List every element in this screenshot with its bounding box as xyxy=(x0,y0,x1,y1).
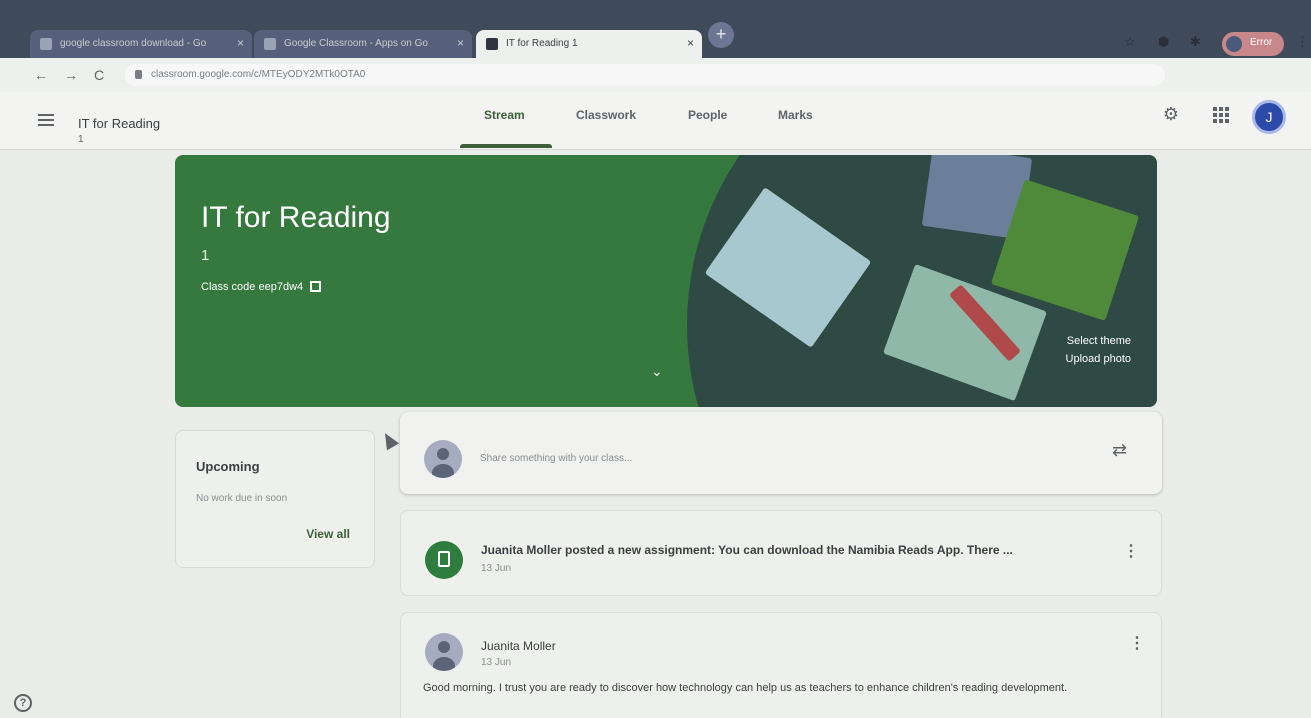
user-avatar-icon xyxy=(425,633,463,671)
assignment-icon xyxy=(425,541,463,579)
post-menu-icon[interactable]: ⋮ xyxy=(1129,633,1145,653)
upcoming-empty-text: No work due in soon xyxy=(196,493,288,504)
classroom-header: IT for Reading 1 Stream Classwork People… xyxy=(0,92,1311,150)
browser-tab-label: Google Classroom - Apps on Go xyxy=(284,38,428,49)
reload-icon[interactable]: C xyxy=(94,67,104,83)
forward-icon[interactable]: → xyxy=(64,67,78,83)
close-tab-icon[interactable]: × xyxy=(687,36,694,50)
tab-classwork[interactable]: Classwork xyxy=(576,108,636,122)
url-text: classroom.google.com/c/MTEyODY2MTk0OTA0 xyxy=(151,69,366,80)
assignment-post[interactable]: Juanita Moller posted a new assignment: … xyxy=(400,510,1162,596)
tab-stream[interactable]: Stream xyxy=(484,108,525,122)
post-date: 13 Jun xyxy=(481,563,512,574)
class-code: Class code eep7dw4 xyxy=(201,281,322,293)
active-tab-indicator xyxy=(460,144,552,148)
google-favicon-icon xyxy=(264,38,276,50)
profile-error-button[interactable]: Error xyxy=(1222,32,1284,56)
browser-menu-icon[interactable]: ⋮ xyxy=(1296,34,1309,50)
browser-tab-3[interactable]: IT for Reading 1 × xyxy=(476,30,702,58)
extension-icon[interactable]: ⬢ xyxy=(1158,34,1169,50)
google-favicon-icon xyxy=(40,38,52,50)
user-avatar-icon xyxy=(424,440,462,478)
close-tab-icon[interactable]: × xyxy=(457,36,464,50)
back-icon[interactable]: ← xyxy=(34,67,48,83)
main-menu-icon[interactable] xyxy=(38,114,54,129)
upcoming-card: Upcoming No work due in soon View all xyxy=(175,430,375,568)
header-class-section: 1 xyxy=(78,134,84,145)
repost-icon[interactable]: ⇄ xyxy=(1112,440,1127,461)
assignment-post-text[interactable]: Juanita Moller posted a new assignment: … xyxy=(481,543,1013,557)
class-code-value: eep7dw4 xyxy=(258,281,304,293)
banner-class-section: 1 xyxy=(201,247,210,264)
post-menu-icon[interactable]: ⋮ xyxy=(1123,541,1139,561)
fullscreen-code-icon[interactable] xyxy=(310,281,322,292)
browser-tab-1[interactable]: google classroom download - Go × xyxy=(30,30,252,58)
new-tab-button[interactable]: + xyxy=(708,22,734,48)
puzzle-icon[interactable]: ✱ xyxy=(1190,34,1201,50)
post-body-text: Good morning. I trust you are ready to d… xyxy=(423,682,1068,694)
view-all-link[interactable]: View all xyxy=(306,527,350,541)
help-icon[interactable]: ? xyxy=(14,694,32,712)
announcement-post: Juanita Moller 13 Jun ⋮ Good morning. I … xyxy=(400,612,1162,718)
settings-gear-icon[interactable]: ⚙ xyxy=(1160,104,1182,126)
share-placeholder[interactable]: Share something with your class... xyxy=(480,453,632,464)
select-theme-link[interactable]: Select theme xyxy=(1067,335,1131,347)
star-icon[interactable]: ☆ xyxy=(1124,34,1136,50)
upcoming-title: Upcoming xyxy=(196,459,260,474)
post-date: 13 Jun xyxy=(481,657,512,668)
browser-tab-label: google classroom download - Go xyxy=(60,38,207,49)
account-avatar[interactable]: J xyxy=(1252,100,1286,134)
close-tab-icon[interactable]: × xyxy=(237,36,244,50)
chevron-down-icon[interactable]: ⌄ xyxy=(651,363,663,380)
apps-grid-icon[interactable] xyxy=(1213,107,1229,123)
lock-icon xyxy=(135,70,142,79)
tab-marks[interactable]: Marks xyxy=(778,108,813,122)
classroom-favicon-icon xyxy=(486,38,498,50)
mouse-cursor-icon xyxy=(378,429,400,451)
header-class-title[interactable]: IT for Reading xyxy=(78,116,160,131)
tab-people[interactable]: People xyxy=(688,108,727,122)
share-box[interactable]: Share something with your class... ⇄ xyxy=(400,412,1162,494)
post-author[interactable]: Juanita Moller xyxy=(481,639,556,653)
class-banner: IT for Reading 1 Class code eep7dw4 ⌄ Se… xyxy=(175,155,1157,407)
browser-tab-strip: google classroom download - Go × Google … xyxy=(0,0,1311,58)
browser-tab-label: IT for Reading 1 xyxy=(506,38,578,49)
profile-label: Error xyxy=(1250,37,1273,48)
class-code-label: Class code xyxy=(201,281,256,293)
banner-class-title: IT for Reading xyxy=(201,201,391,234)
address-bar: ← → C classroom.google.com/c/MTEyODY2MTk… xyxy=(0,58,1311,92)
browser-tab-2[interactable]: Google Classroom - Apps on Go × xyxy=(254,30,472,58)
url-input[interactable]: classroom.google.com/c/MTEyODY2MTk0OTA0 xyxy=(125,64,1165,86)
profile-avatar-icon xyxy=(1226,36,1242,52)
upload-photo-link[interactable]: Upload photo xyxy=(1066,353,1131,365)
